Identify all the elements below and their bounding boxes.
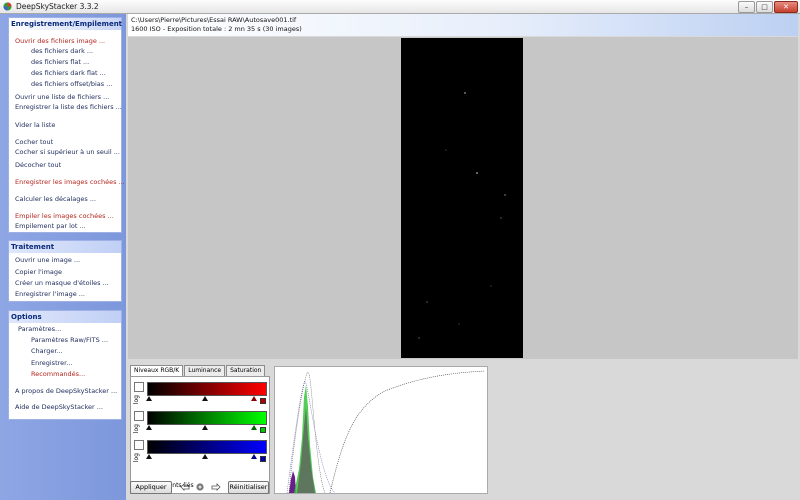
uncheck-all-link[interactable]: Décocher tout: [15, 161, 61, 169]
reset-button[interactable]: Réinitialiser: [228, 481, 269, 494]
batch-stacking-link[interactable]: Empilement par lot ...: [15, 222, 86, 230]
stack-checked-link[interactable]: Empiler les images cochées ...: [15, 212, 114, 220]
green-black-point-handle[interactable]: [146, 425, 152, 430]
save-settings-link[interactable]: Enregistrer...: [31, 359, 72, 367]
tab-luminance[interactable]: Luminance: [184, 365, 226, 376]
log-checkbox-green[interactable]: [134, 411, 144, 421]
save-image-link[interactable]: Enregistrer l'image ...: [15, 290, 85, 298]
dark-flat-files-link[interactable]: des fichiers dark flat ...: [31, 69, 106, 77]
open-images-link[interactable]: Ouvrir des fichiers image ...: [15, 37, 105, 45]
log-checkbox-red[interactable]: [134, 382, 144, 392]
apply-button[interactable]: Appliquer: [130, 481, 172, 494]
compute-offsets-link[interactable]: Calculer les décalages ...: [15, 195, 96, 203]
red-white-point-handle[interactable]: [251, 396, 257, 401]
gear-icon[interactable]: [195, 482, 205, 492]
window-title: DeepSkyStacker 3.3.2: [16, 2, 99, 11]
adjustments-area: Niveaux RGB/K Luminance Saturation log l…: [128, 361, 798, 498]
recommended-settings-link[interactable]: Recommandés...: [31, 370, 85, 378]
maximize-button[interactable]: □: [756, 1, 773, 13]
blue-black-point-handle[interactable]: [146, 454, 152, 459]
processing-panel-header: Traitement: [9, 241, 121, 253]
open-image-link[interactable]: Ouvrir une image ...: [15, 256, 80, 264]
log-label-blue: log: [133, 453, 140, 463]
offset-bias-files-link[interactable]: des fichiers offset/bias ...: [31, 80, 112, 88]
red-midtone-handle[interactable]: [202, 396, 208, 401]
register-checked-link[interactable]: Enregistrer les images cochées ...: [15, 178, 125, 186]
processing-panel: Traitement Ouvrir une image ... Copier l…: [8, 240, 122, 302]
blue-white-point-handle[interactable]: [251, 454, 257, 459]
green-white-point-handle[interactable]: [251, 425, 257, 430]
stacking-panel-header: Enregistrement/Empilement: [9, 18, 123, 30]
check-above-threshold-link[interactable]: Cocher si supérieur à un seuil ...: [15, 148, 120, 156]
app-logo-icon: [3, 2, 12, 11]
settings-link[interactable]: Paramètres...: [18, 325, 61, 333]
copy-image-link[interactable]: Copier l'image: [15, 268, 62, 276]
close-button[interactable]: ✕: [774, 1, 798, 13]
blue-level-gradient[interactable]: [147, 440, 267, 454]
sidebar: Enregistrement/Empilement Ouvrir des fic…: [0, 14, 126, 500]
undo-icon[interactable]: [180, 483, 190, 491]
green-midtone-handle[interactable]: [202, 425, 208, 430]
minimize-button[interactable]: –: [738, 1, 755, 13]
check-all-link[interactable]: Cocher tout: [15, 138, 53, 146]
flat-files-link[interactable]: des fichiers flat ...: [31, 58, 89, 66]
options-panel-header: Options: [9, 311, 121, 323]
red-level-gradient[interactable]: [147, 382, 267, 396]
options-panel: Options Paramètres... Paramètres Raw/FIT…: [8, 310, 122, 420]
green-level-gradient[interactable]: [147, 411, 267, 425]
redo-icon[interactable]: [211, 483, 221, 491]
log-checkbox-blue[interactable]: [134, 440, 144, 450]
log-label-red: log: [133, 395, 140, 405]
image-viewer[interactable]: [128, 37, 798, 359]
tab-rgb-levels[interactable]: Niveaux RGB/K: [130, 365, 184, 376]
clear-list-link[interactable]: Vider la liste: [15, 121, 55, 129]
blue-midtone-handle[interactable]: [202, 454, 208, 459]
stacked-image: [401, 38, 523, 358]
image-info-bar: C:\Users\Pierre\Pictures\Essai RAW\Autos…: [128, 14, 798, 36]
title-bar: DeepSkyStacker 3.3.2 – □ ✕: [0, 0, 800, 14]
log-label-green: log: [133, 424, 140, 434]
open-file-list-link[interactable]: Ouvrir une liste de fichiers ...: [15, 93, 109, 101]
red-black-point-handle[interactable]: [146, 396, 152, 401]
histogram: [274, 366, 488, 494]
about-link[interactable]: A propos de DeepSkyStacker ...: [15, 387, 117, 395]
rgb-levels-panel: log log log Ajustements liés: [130, 376, 270, 494]
tab-saturation[interactable]: Saturation: [226, 365, 266, 376]
stacking-panel: Enregistrement/Empilement Ouvrir des fic…: [8, 17, 125, 233]
red-color-swatch: [260, 398, 266, 404]
raw-fits-settings-link[interactable]: Paramètres Raw/FITS ...: [31, 336, 108, 344]
green-color-swatch: [260, 427, 266, 433]
dark-files-link[interactable]: des fichiers dark ...: [31, 47, 93, 55]
star-mask-link[interactable]: Créer un masque d'étoiles ...: [15, 279, 109, 287]
load-settings-link[interactable]: Charger...: [31, 347, 63, 355]
save-file-list-link[interactable]: Enregistrer la liste des fichiers ...: [15, 103, 122, 111]
exposure-details: 1600 ISO - Exposition totale : 2 mn 35 s…: [131, 25, 302, 33]
file-path: C:\Users\Pierre\Pictures\Essai RAW\Autos…: [131, 16, 297, 24]
blue-color-swatch: [260, 456, 266, 462]
help-link[interactable]: Aide de DeepSkyStacker ...: [15, 403, 103, 411]
